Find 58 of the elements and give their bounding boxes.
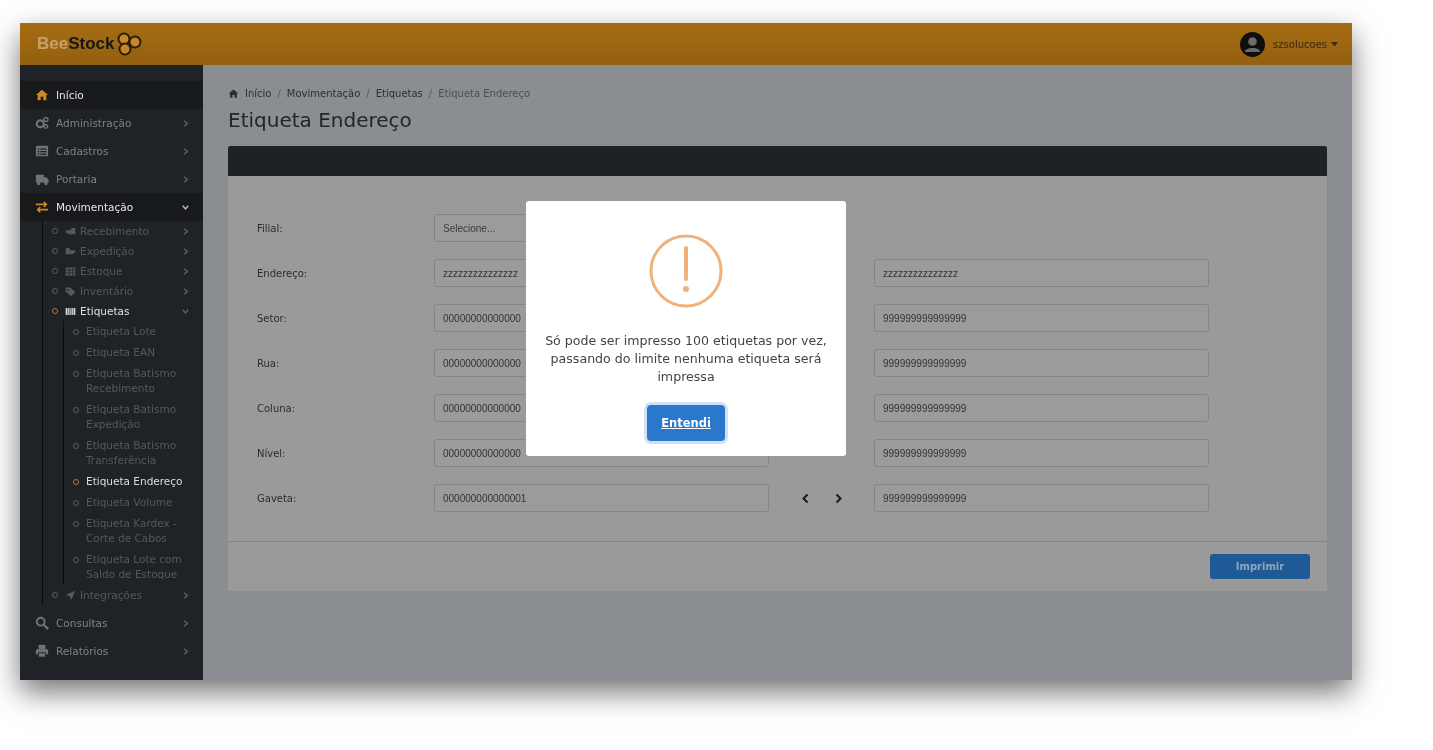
field-label: Filial: <box>257 222 284 234</box>
input-field[interactable]: 999999999999999 <box>874 439 1209 467</box>
paper-plane-icon <box>65 589 76 601</box>
search-icon <box>35 616 49 630</box>
sidebar-item[interactable]: Portaria <box>20 165 203 193</box>
chevron-icon <box>181 618 190 628</box>
sidebar-subitem[interactable]: Etiqueta Endereço <box>64 471 203 492</box>
home-icon <box>228 88 239 99</box>
printer-icon <box>35 644 49 658</box>
field-label: Coluna: <box>257 402 297 414</box>
chevron-icon <box>181 146 190 156</box>
caret-icon[interactable] <box>1331 41 1338 47</box>
print-button[interactable]: Imprimir <box>1210 554 1310 579</box>
field-label: Gaveta: <box>257 492 298 504</box>
field-label: Endereço: <box>257 267 309 279</box>
user-name[interactable]: szsolucoes <box>1273 38 1327 50</box>
breadcrumb-link[interactable]: Movimentação <box>286 88 361 99</box>
warning-icon <box>649 234 723 308</box>
field-label: Nível: <box>257 447 287 459</box>
breadcrumb-link[interactable]: Etiquetas <box>375 88 423 99</box>
input-field[interactable]: 999999999999999 <box>874 304 1209 332</box>
tag-icon <box>65 285 76 297</box>
chevron-icon <box>181 118 190 128</box>
breadcrumb-separator: / <box>277 88 281 99</box>
field-label: Rua: <box>257 357 281 369</box>
chevron-icon <box>181 590 190 600</box>
list-icon <box>35 144 49 158</box>
sidebar-item[interactable]: Cadastros <box>20 137 203 165</box>
sidebar-item[interactable]: Movimentação <box>20 193 203 221</box>
truck-icon <box>35 172 49 186</box>
grid-icon <box>65 265 76 277</box>
sidebar-item[interactable]: Consultas <box>20 609 203 637</box>
sidebar-item[interactable]: Início <box>20 81 203 109</box>
swap-arrows-icon <box>35 200 49 214</box>
home-icon <box>35 88 49 102</box>
breadcrumb-current: Etiqueta Endereço <box>438 88 531 99</box>
input-field[interactable]: 999999999999999 <box>874 484 1209 512</box>
sidebar-item[interactable]: Relatórios <box>20 637 203 665</box>
sidebar-subitem[interactable]: Etiquetas <box>43 301 203 321</box>
input-field[interactable]: zzzzzzzzzzzzzzz <box>874 259 1209 287</box>
field-label: Setor: <box>257 312 288 324</box>
input-field[interactable]: 999999999999999 <box>874 394 1209 422</box>
breadcrumb-link[interactable]: Início <box>245 88 272 99</box>
avatar-icon[interactable] <box>1240 31 1266 57</box>
gears-icon <box>35 116 49 130</box>
chevron-icon <box>181 174 190 184</box>
barcode-icon <box>65 305 76 317</box>
breadcrumb-separator: / <box>428 88 433 99</box>
alert-message: Só pode ser impresso 100 etiquetas por vez, passando do limite nenhuma etiqueta será impressa <box>544 332 828 386</box>
confirm-button[interactable]: Entendi <box>647 405 725 441</box>
breadcrumb-separator: / <box>366 88 370 99</box>
sidebar-item[interactable]: Administração <box>20 109 203 137</box>
chevron-icon <box>181 202 190 212</box>
app-logo[interactable]: BeeStock <box>37 32 143 56</box>
input-field[interactable]: 999999999999999 <box>874 349 1209 377</box>
input-field[interactable]: 000000000000001 <box>434 484 769 512</box>
chevron-icon <box>181 646 190 656</box>
page-title: Etiqueta Endereço <box>228 108 413 132</box>
